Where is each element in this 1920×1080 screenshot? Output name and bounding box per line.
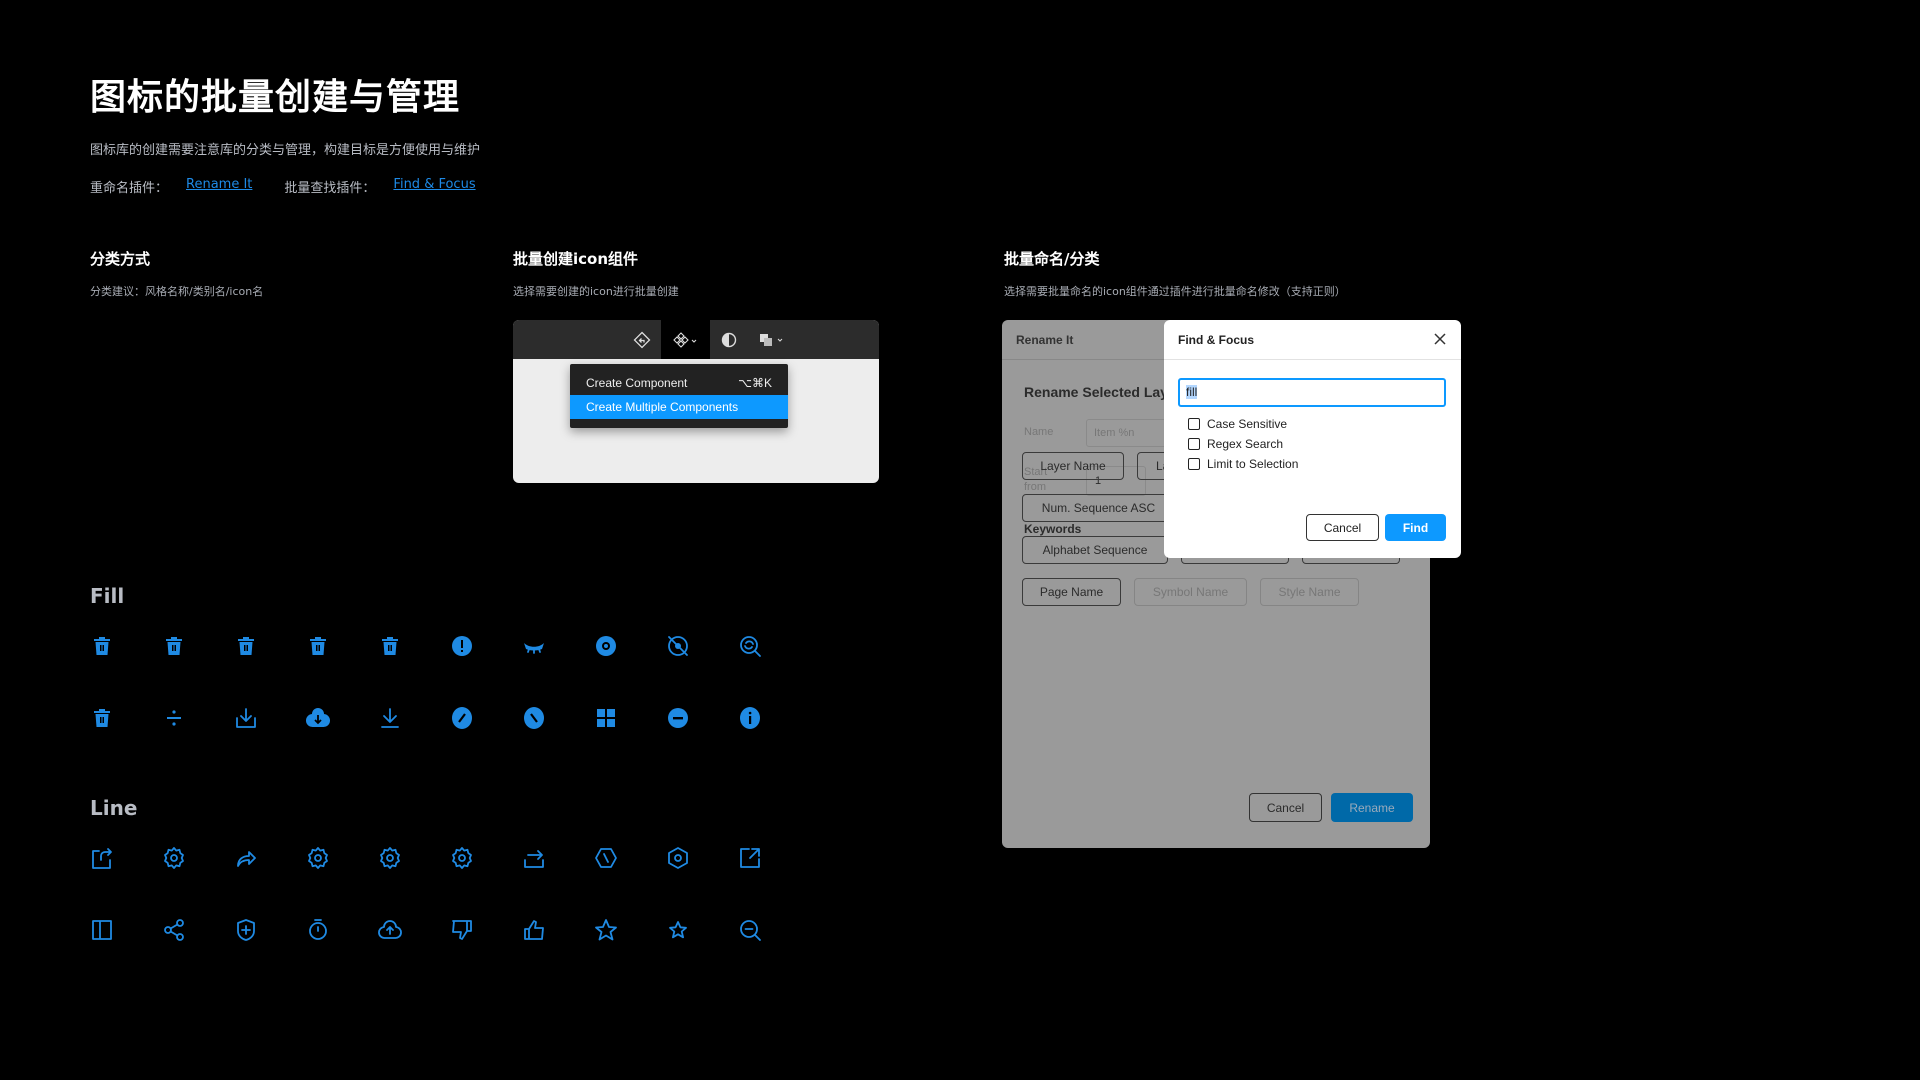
section-desc: 选择需要批量命名的icon组件通过插件进行批量命名修改（支持正则） — [1004, 285, 1346, 298]
menu-item-shortcut: ⌥⌘K — [738, 376, 772, 390]
line-group-label: Line — [90, 796, 138, 820]
share-nodes-icon — [162, 918, 186, 942]
eye-icon — [594, 634, 618, 658]
find-cancel-button[interactable]: Cancel — [1306, 514, 1379, 541]
reset-instance-icon[interactable] — [625, 320, 659, 359]
eye-closed-icon — [522, 634, 546, 658]
component-menu-button[interactable] — [661, 320, 710, 359]
find-plugin-label: 批量查找插件： — [284, 181, 376, 196]
star-small-icon — [666, 918, 690, 942]
hexagon-gear-icon — [666, 846, 690, 870]
minus-circle-icon — [666, 706, 690, 730]
star-icon — [594, 918, 618, 942]
keyword-chip[interactable]: Num. Sequence ASC — [1022, 494, 1175, 522]
find-focus-link[interactable]: Find & Focus — [393, 177, 475, 196]
rename-button[interactable]: Rename — [1331, 793, 1413, 822]
regex-search-checkbox[interactable]: Regex Search — [1188, 437, 1283, 451]
cloud-upload-icon — [378, 918, 402, 942]
info-icon — [738, 706, 762, 730]
download-icon — [378, 706, 402, 730]
trash-icon — [234, 634, 258, 658]
thumbs-up-icon — [522, 918, 546, 942]
gear-icon — [378, 846, 402, 870]
zoom-out-icon — [738, 918, 762, 942]
thumbs-down-icon — [450, 918, 474, 942]
keyword-chip: Symbol Name — [1134, 578, 1247, 606]
contrast-icon[interactable] — [713, 320, 745, 359]
trash-icon — [90, 634, 114, 658]
menu-item-create-multiple-components[interactable]: Create Multiple Components — [570, 395, 788, 419]
limit-selection-checkbox[interactable]: Limit to Selection — [1188, 457, 1298, 471]
case-sensitive-checkbox[interactable]: Case Sensitive — [1188, 417, 1287, 431]
dialog-title: Find & Focus — [1164, 320, 1461, 360]
find-focus-dialog: Find & Focus fill Case Sensitive Regex S… — [1164, 320, 1461, 558]
trash-icon — [306, 634, 330, 658]
section-batch-rename: 批量命名/分类选择需要批量命名的icon组件通过插件进行批量命名修改（支持正则） — [1004, 248, 1346, 299]
page-subtitle: 图标库的创建需要注意库的分类与管理，构建目标是方便使用与维护 — [90, 143, 481, 158]
checkbox-label: Limit to Selection — [1207, 457, 1299, 471]
divide-icon — [162, 706, 186, 730]
menu-item-create-component[interactable]: Create Component ⌥⌘K — [570, 371, 788, 395]
boolean-ops-icon[interactable] — [755, 320, 791, 359]
checkbox-label: Case Sensitive — [1207, 417, 1288, 431]
section-desc: 分类建议：风格名称/类别名/icon名 — [90, 285, 264, 298]
trash-icon — [162, 634, 186, 658]
gear-icon — [306, 846, 330, 870]
fill-group-label: Fill — [90, 584, 125, 608]
block-icon — [522, 706, 546, 730]
checkbox-label: Regex Search — [1207, 437, 1284, 451]
alert-circle-icon — [450, 634, 474, 658]
find-input[interactable]: fill — [1178, 378, 1446, 407]
find-button[interactable]: Find — [1385, 514, 1446, 541]
stopwatch-icon — [306, 918, 330, 942]
edit-circle-icon — [450, 706, 474, 730]
shield-plus-icon — [234, 918, 258, 942]
trash-icon — [378, 634, 402, 658]
download-tray-icon — [234, 706, 258, 730]
menu-item-label: Create Component — [586, 376, 688, 390]
section-title: 批量命名/分类 — [1004, 250, 1100, 268]
keyword-chip[interactable]: Page Name — [1022, 578, 1121, 606]
rename-heading: Rename Selected Lay — [1024, 384, 1168, 400]
rename-cancel-button[interactable]: Cancel — [1249, 793, 1322, 822]
rename-plugin-label: 重命名插件： — [90, 181, 169, 196]
sidebar-icon — [90, 918, 114, 942]
rename-it-link[interactable]: Rename It — [186, 177, 252, 196]
name-label: Name — [1024, 426, 1054, 438]
keywords-label: Keywords — [1024, 522, 1082, 536]
eye-off-icon — [666, 634, 690, 658]
forward-icon — [234, 846, 258, 870]
share-box-icon — [90, 846, 114, 870]
keyword-chip[interactable]: Alphabet Sequence — [1022, 536, 1168, 564]
trash-icon — [90, 706, 114, 730]
external-link-icon — [738, 846, 762, 870]
section-title: 分类方式 — [90, 250, 151, 268]
page-title: 图标的批量创建与管理 — [90, 77, 461, 118]
gear-icon — [450, 846, 474, 870]
section-desc: 选择需要创建的icon进行批量创建 — [513, 285, 679, 298]
section-title: 批量创建icon组件 — [513, 250, 639, 268]
menu-item-label: Create Multiple Components — [586, 400, 739, 414]
grid-icon — [594, 706, 618, 730]
gear-icon — [162, 846, 186, 870]
figma-toolbar — [513, 320, 879, 359]
section-batch-create: 批量创建icon组件选择需要创建的icon进行批量创建 — [513, 248, 679, 299]
component-dropdown-menu: Create Component ⌥⌘K Create Multiple Comp… — [570, 364, 788, 428]
cloud-download-icon — [305, 706, 331, 730]
export-icon — [522, 846, 546, 870]
search-refresh-icon — [738, 634, 762, 658]
find-query: fill — [1186, 385, 1198, 399]
keyword-chip: Style Name — [1260, 578, 1359, 606]
section-classification: 分类方式分类建议：风格名称/类别名/icon名 — [90, 248, 263, 299]
keyword-chip[interactable]: Layer Name — [1022, 452, 1124, 480]
close-icon[interactable] — [1431, 330, 1449, 348]
plugin-links: 重命名插件： Rename It 批量查找插件： Find & Focus — [90, 177, 508, 196]
hexagon-code-icon — [594, 846, 618, 870]
